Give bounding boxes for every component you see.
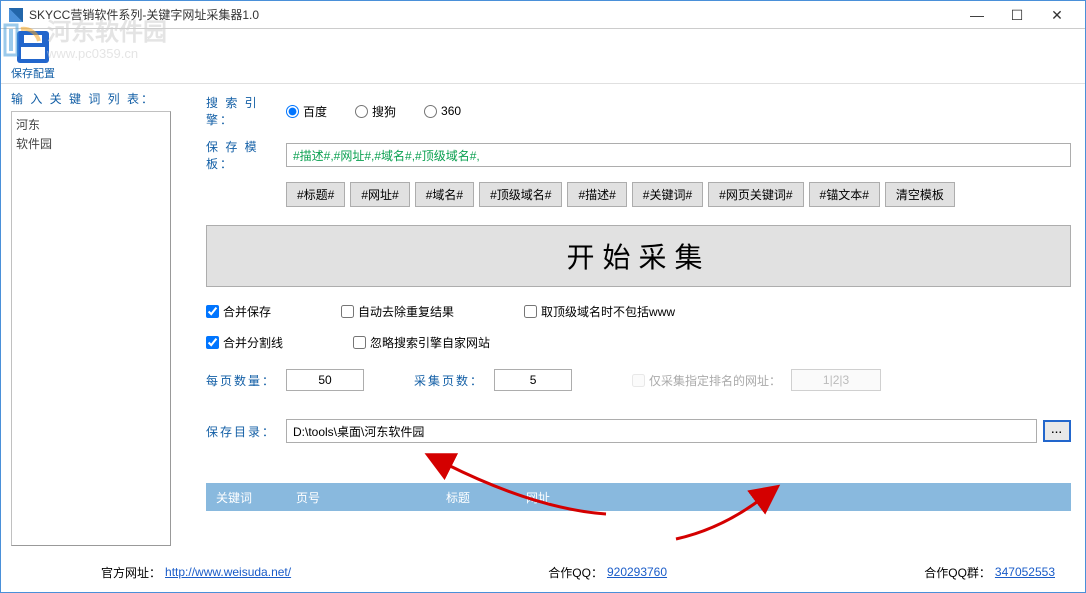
per-page-label: 每页数量： [206, 372, 276, 389]
browse-button[interactable]: ... [1043, 420, 1071, 442]
footer-site-link[interactable]: http://www.weisuda.net/ [165, 565, 291, 579]
check-merge-save-input[interactable] [206, 305, 219, 318]
th-page: 页号 [286, 489, 436, 506]
radio-360[interactable]: 360 [424, 104, 461, 118]
check-auto-dedup-input[interactable] [341, 305, 354, 318]
per-page-input[interactable] [286, 369, 364, 391]
left-panel: 输 入 关 键 词 列 表： 河东 软件园 [1, 84, 176, 552]
save-template-input[interactable] [286, 143, 1071, 167]
tag-url-button[interactable]: #网址# [350, 182, 409, 207]
save-config-label: 保存配置 [11, 65, 55, 81]
maximize-button[interactable]: ☐ [997, 1, 1037, 29]
check-merge-save-label: 合并保存 [223, 303, 271, 320]
minimize-button[interactable]: — [957, 1, 997, 29]
rank-only-label: 仅采集指定排名的网址： [649, 372, 781, 389]
check-auto-dedup[interactable]: 自动去除重复结果 [341, 303, 454, 320]
footer-qq-group-label: 合作QQ群： [924, 564, 991, 581]
search-engine-radios: 百度 搜狗 360 [286, 103, 461, 120]
footer-site-label: 官方网址： [101, 564, 161, 581]
check-merge-split-label: 合并分割线 [223, 334, 283, 351]
main-area: 输 入 关 键 词 列 表： 河东 软件园 搜 索 引 擎： 百度 搜狗 360 [1, 84, 1085, 552]
save-path-row: 保存目录： ... [206, 419, 1071, 443]
tag-pagekeyword-button[interactable]: #网页关键词# [708, 182, 803, 207]
footer: 官方网址： http://www.weisuda.net/ 合作QQ： 9202… [1, 552, 1085, 592]
check-exclude-www-input[interactable] [524, 305, 537, 318]
radio-360-input[interactable] [424, 105, 437, 118]
clear-template-button[interactable]: 清空模板 [885, 182, 955, 207]
th-title: 标题 [436, 489, 516, 506]
check-ignore-self-label: 忽略搜索引擎自家网站 [370, 334, 490, 351]
check-row-2: 合并分割线 忽略搜索引擎自家网站 [206, 334, 1071, 351]
check-merge-split-input[interactable] [206, 336, 219, 349]
footer-official-site: 官方网址： http://www.weisuda.net/ [101, 564, 291, 581]
pages-input[interactable] [494, 369, 572, 391]
check-exclude-www[interactable]: 取顶级域名时不包括www [524, 303, 675, 320]
check-ignore-self-input[interactable] [353, 336, 366, 349]
th-url: 网址 [516, 489, 1071, 506]
check-merge-save[interactable]: 合并保存 [206, 303, 271, 320]
radio-baidu-label: 百度 [303, 103, 327, 120]
template-tag-buttons: #标题# #网址# #域名# #顶级域名# #描述# #关键词# #网页关键词#… [286, 182, 1071, 207]
save-path-input[interactable] [286, 419, 1037, 443]
footer-qq-link[interactable]: 920293760 [607, 565, 667, 579]
radio-360-label: 360 [441, 104, 461, 118]
footer-qq-group-link[interactable]: 347052553 [995, 565, 1055, 579]
footer-qq: 合作QQ： 920293760 [548, 564, 667, 581]
start-collect-button[interactable]: 开始采集 [206, 225, 1071, 287]
toolbar: 保存配置 [1, 29, 1085, 84]
tag-keyword-button[interactable]: #关键词# [632, 182, 703, 207]
pages-label: 采集页数： [414, 372, 484, 389]
radio-baidu[interactable]: 百度 [286, 103, 327, 120]
keyword-list-label: 输 入 关 键 词 列 表： [11, 90, 171, 107]
close-button[interactable]: ✕ [1037, 1, 1077, 29]
radio-sogou-input[interactable] [355, 105, 368, 118]
check-merge-split[interactable]: 合并分割线 [206, 334, 283, 351]
search-engine-label: 搜 索 引 擎： [206, 94, 286, 128]
results-table-header: 关键词 页号 标题 网址 [206, 483, 1071, 511]
keyword-list-textarea[interactable]: 河东 软件园 [11, 111, 171, 546]
check-ignore-self[interactable]: 忽略搜索引擎自家网站 [353, 334, 490, 351]
check-auto-dedup-label: 自动去除重复结果 [358, 303, 454, 320]
tag-domain-button[interactable]: #域名# [415, 182, 474, 207]
check-row-1: 合并保存 自动去除重复结果 取顶级域名时不包括www [206, 303, 1071, 320]
save-config-button[interactable]: 保存配置 [11, 31, 55, 81]
radio-baidu-input[interactable] [286, 105, 299, 118]
footer-qq-group: 合作QQ群： 347052553 [924, 564, 1055, 581]
rank-only-input [791, 369, 881, 391]
footer-qq-label: 合作QQ： [548, 564, 603, 581]
tag-title-button[interactable]: #标题# [286, 182, 345, 207]
app-icon [9, 8, 23, 22]
search-engine-row: 搜 索 引 擎： 百度 搜狗 360 [206, 94, 1071, 128]
save-icon [17, 31, 49, 63]
radio-sogou[interactable]: 搜狗 [355, 103, 396, 120]
save-template-row: 保 存 模 板： [206, 138, 1071, 172]
right-panel: 搜 索 引 擎： 百度 搜狗 360 保 存 模 板： [176, 84, 1085, 552]
titlebar: SKYCC营销软件系列-关键字网址采集器1.0 — ☐ ✕ [1, 1, 1085, 29]
window-title: SKYCC营销软件系列-关键字网址采集器1.0 [29, 6, 259, 23]
tag-anchor-button[interactable]: #锚文本# [809, 182, 880, 207]
check-rank-only-input [632, 374, 645, 387]
pagination-row: 每页数量： 采集页数： 仅采集指定排名的网址： [206, 369, 1071, 391]
radio-sogou-label: 搜狗 [372, 103, 396, 120]
tag-desc-button[interactable]: #描述# [567, 182, 626, 207]
check-rank-only[interactable]: 仅采集指定排名的网址： [632, 372, 781, 389]
save-template-label: 保 存 模 板： [206, 138, 286, 172]
save-path-label: 保存目录： [206, 423, 286, 440]
th-keyword: 关键词 [206, 489, 286, 506]
check-exclude-www-label: 取顶级域名时不包括www [541, 303, 675, 320]
tag-topdomain-button[interactable]: #顶级域名# [479, 182, 562, 207]
